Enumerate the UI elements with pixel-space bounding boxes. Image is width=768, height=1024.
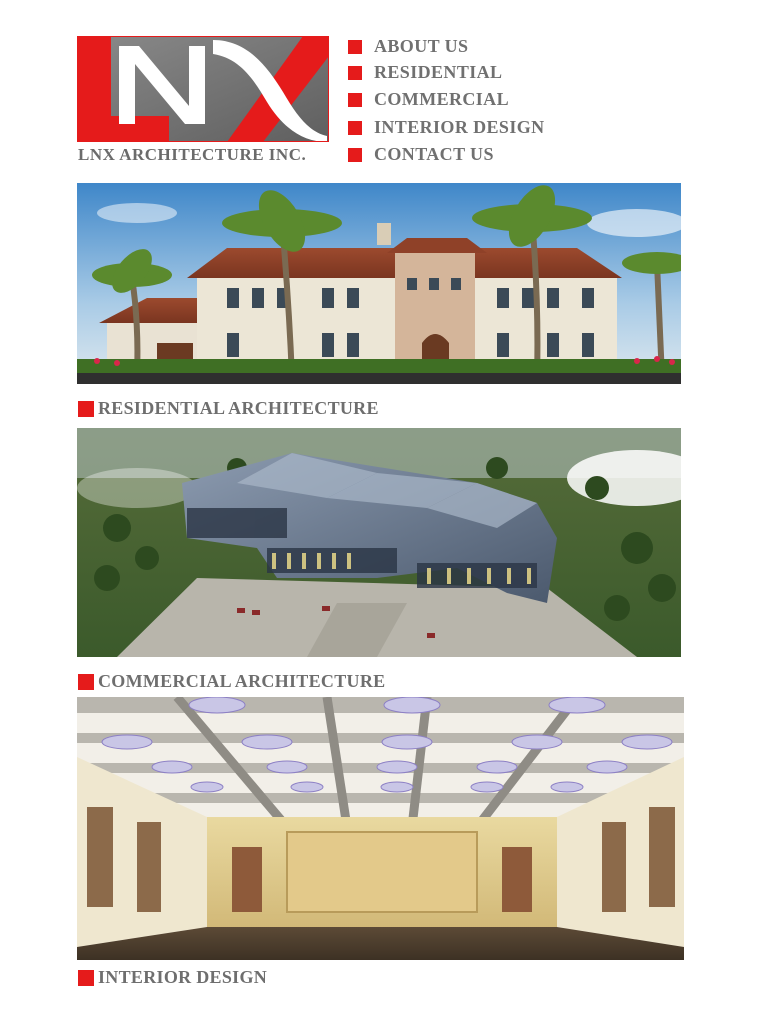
nav-about-us[interactable]: ABOUT US bbox=[348, 36, 468, 57]
nav-residential-label: RESIDENTIAL bbox=[374, 62, 503, 82]
interior-design-image[interactable] bbox=[77, 697, 684, 960]
nav-interior-design-label: INTERIOR DESIGN bbox=[374, 117, 545, 137]
bullet-square-icon bbox=[78, 400, 94, 417]
company-name: LNX ARCHITECTURE INC. bbox=[78, 145, 307, 164]
nav-contact-us-label: CONTACT US bbox=[374, 144, 494, 164]
nav-commercial-label: COMMERCIAL bbox=[374, 89, 509, 109]
bullet-square-icon bbox=[78, 969, 94, 986]
interior-caption[interactable]: INTERIOR DESIGN bbox=[78, 967, 267, 988]
lnx-logo[interactable] bbox=[77, 36, 329, 142]
bullet-square-icon bbox=[348, 120, 362, 135]
nav-about-us-label: ABOUT US bbox=[374, 36, 469, 56]
bullet-square-icon bbox=[348, 147, 362, 162]
nav-commercial[interactable]: COMMERCIAL bbox=[348, 89, 509, 110]
commercial-caption-label: COMMERCIAL ARCHITECTURE bbox=[98, 671, 386, 691]
nav-contact-us[interactable]: CONTACT US bbox=[348, 144, 494, 165]
commercial-building-image[interactable] bbox=[77, 428, 681, 657]
residential-caption[interactable]: RESIDENTIAL ARCHITECTURE bbox=[78, 398, 379, 419]
bullet-square-icon bbox=[78, 673, 94, 690]
bullet-square-icon bbox=[348, 92, 362, 107]
residential-caption-label: RESIDENTIAL ARCHITECTURE bbox=[98, 398, 379, 418]
bullet-square-icon bbox=[348, 65, 362, 80]
commercial-caption[interactable]: COMMERCIAL ARCHITECTURE bbox=[78, 671, 385, 692]
bullet-square-icon bbox=[348, 39, 362, 54]
nav-residential[interactable]: RESIDENTIAL bbox=[348, 62, 502, 83]
nav-interior-design[interactable]: INTERIOR DESIGN bbox=[348, 117, 545, 138]
interior-caption-label: INTERIOR DESIGN bbox=[98, 967, 268, 987]
residential-house-image[interactable] bbox=[77, 183, 681, 384]
